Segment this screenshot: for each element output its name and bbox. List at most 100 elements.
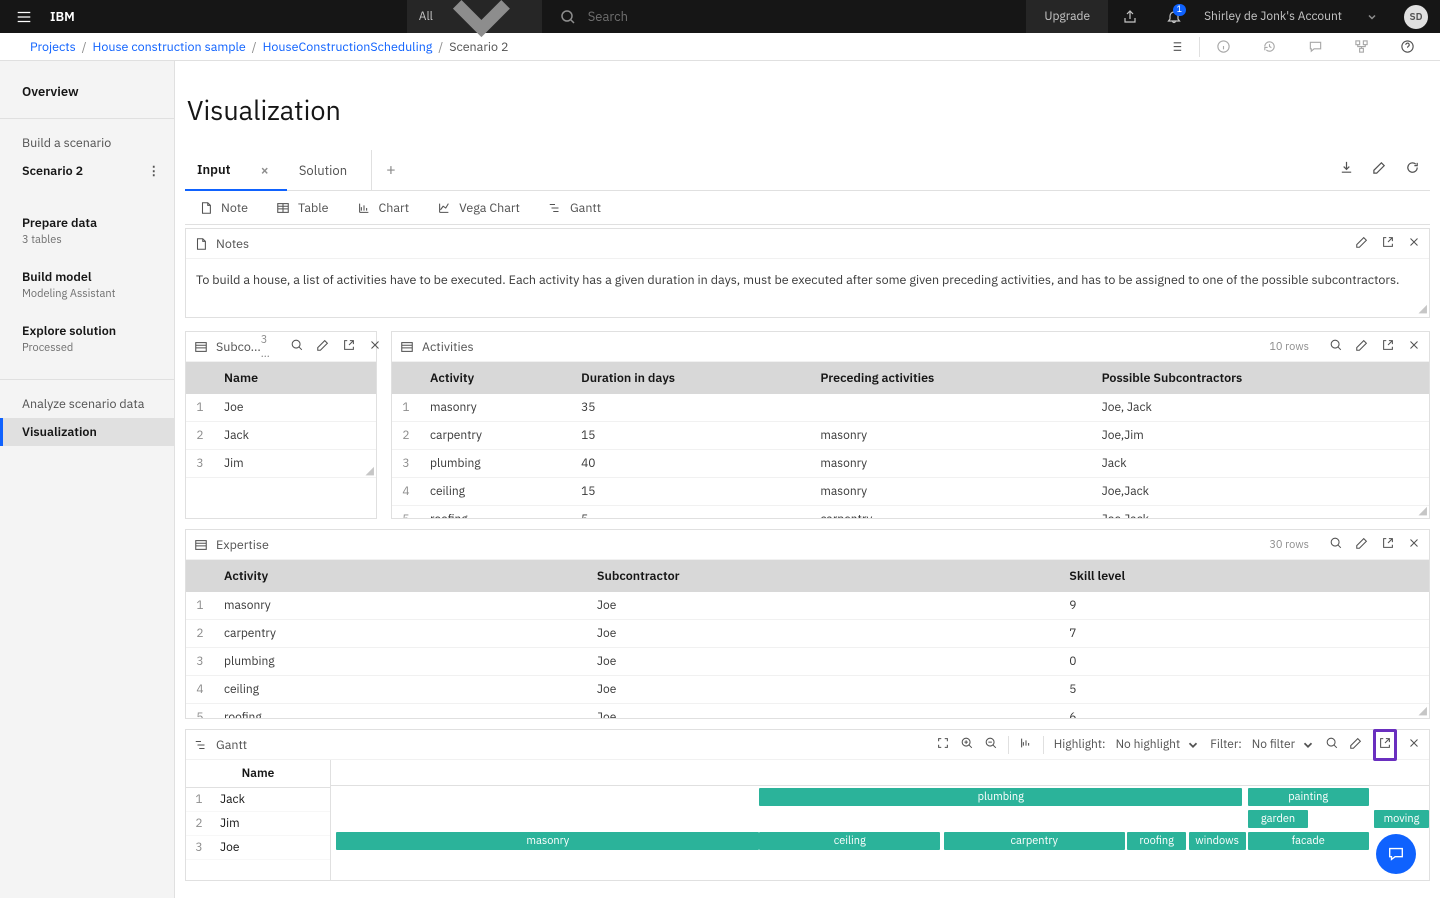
edit-button[interactable]: [1355, 338, 1369, 356]
add-chart-button[interactable]: Chart: [343, 191, 424, 224]
table-row[interactable]: 5roofing5carpentryJoe,Jack: [392, 506, 1429, 519]
info-button[interactable]: [1200, 33, 1246, 61]
sidebar-scenario[interactable]: Scenario 2 ⋮: [0, 157, 174, 185]
gantt-row-joe[interactable]: masonryceilingcarpentryroofingwindowsfac…: [331, 830, 1429, 852]
edit-button[interactable]: [1355, 536, 1369, 554]
sidebar-build-model[interactable]: Build model Modeling Assistant: [0, 263, 174, 307]
gantt-bar[interactable]: moving: [1374, 810, 1429, 828]
edit-button[interactable]: [316, 338, 330, 356]
activities-table[interactable]: Activity Duration in days Preceding acti…: [392, 362, 1429, 518]
fit-button[interactable]: [936, 736, 950, 754]
search-button[interactable]: [1329, 338, 1343, 356]
chat-fab[interactable]: [1376, 834, 1416, 874]
gantt-bar[interactable]: plumbing: [759, 788, 1242, 806]
download-button[interactable]: [1339, 160, 1354, 180]
col-possible-subs[interactable]: Possible Subcontractors: [1092, 362, 1429, 394]
add-table-button[interactable]: Table: [262, 191, 342, 224]
gantt-bar[interactable]: masonry: [336, 832, 759, 850]
notes-body[interactable]: To build a house, a list of activities h…: [186, 259, 1429, 317]
layout-button[interactable]: [1019, 736, 1033, 754]
avatar[interactable]: SD: [1404, 5, 1428, 29]
list-view-button[interactable]: [1153, 33, 1199, 61]
table-row[interactable]: 1masonryJoe9: [186, 592, 1429, 620]
gantt-bar[interactable]: painting: [1248, 788, 1369, 806]
sidebar-analyze[interactable]: Analyze scenario data: [0, 390, 174, 418]
help-button[interactable]: [1384, 33, 1430, 61]
account-dropdown[interactable]: Shirley de Jonk's Account: [1196, 9, 1392, 24]
highlight-dropdown[interactable]: No highlight: [1116, 737, 1201, 752]
gantt-resource-row[interactable]: 1Jack: [186, 788, 330, 812]
gantt-bar[interactable]: garden: [1248, 810, 1308, 828]
col-name[interactable]: Name: [214, 362, 376, 394]
breadcrumb-link[interactable]: Projects: [30, 39, 76, 55]
tab-input[interactable]: Input ×: [185, 151, 287, 191]
sidebar-explore-solution[interactable]: Explore solution Processed: [0, 317, 174, 361]
search-input[interactable]: [588, 8, 888, 25]
expand-button[interactable]: [1381, 536, 1395, 554]
gantt-resource-table[interactable]: Name 1Jack 2Jim 3Joe: [186, 760, 330, 860]
edit-button[interactable]: [1349, 736, 1363, 754]
table-row[interactable]: 4ceiling15masonryJoe,Jack: [392, 478, 1429, 506]
brand-logo[interactable]: IBM: [48, 8, 87, 25]
expand-button[interactable]: [342, 338, 356, 356]
kebab-icon[interactable]: ⋮: [148, 163, 161, 179]
expand-button[interactable]: [1381, 235, 1395, 253]
upgrade-button[interactable]: Upgrade: [1026, 0, 1108, 33]
edit-button[interactable]: [1355, 235, 1369, 253]
table-row[interactable]: 3plumbing40masonryJack: [392, 450, 1429, 478]
table-row[interactable]: 2Jack: [186, 422, 376, 450]
global-search[interactable]: [542, 0, 1027, 33]
gantt-bar[interactable]: facade: [1248, 832, 1369, 850]
gantt-bar[interactable]: roofing: [1127, 832, 1186, 850]
tab-close-icon[interactable]: ×: [260, 161, 268, 179]
comments-button[interactable]: [1292, 33, 1338, 61]
close-button[interactable]: [1407, 736, 1421, 754]
sidebar-prepare-data[interactable]: Prepare data 3 tables: [0, 209, 174, 253]
table-row[interactable]: 4ceilingJoe5: [186, 676, 1429, 704]
table-row[interactable]: 1Joe: [186, 394, 376, 422]
gantt-bar[interactable]: ceiling: [759, 832, 940, 850]
table-row[interactable]: 3Jim: [186, 450, 376, 478]
breadcrumb-link[interactable]: HouseConstructionScheduling: [263, 39, 433, 55]
search-button[interactable]: [1325, 736, 1339, 754]
sidebar-build-scenario[interactable]: Build a scenario: [0, 129, 174, 157]
gantt-resource-row[interactable]: 3Joe: [186, 836, 330, 860]
add-note-button[interactable]: Note: [185, 191, 262, 224]
table-row[interactable]: 2carpentry15masonryJoe,Jim: [392, 422, 1429, 450]
notifications-button[interactable]: 1: [1152, 0, 1196, 33]
flows-button[interactable]: [1338, 33, 1384, 61]
search-button[interactable]: [1329, 536, 1343, 554]
sidebar-overview[interactable]: Overview: [0, 75, 174, 114]
refresh-button[interactable]: [1405, 160, 1420, 180]
table-row[interactable]: 3plumbingJoe0: [186, 648, 1429, 676]
history-button[interactable]: [1246, 33, 1292, 61]
share-button[interactable]: [1108, 0, 1152, 33]
resize-handle-icon[interactable]: ◢: [1419, 301, 1427, 318]
col-duration[interactable]: Duration in days: [571, 362, 810, 394]
close-button[interactable]: [1407, 338, 1421, 356]
subcontractors-table[interactable]: Name 1Joe 2Jack 3Jim: [186, 362, 376, 478]
table-row[interactable]: 2carpentryJoe7: [186, 620, 1429, 648]
edit-button[interactable]: [1372, 160, 1387, 180]
search-button[interactable]: [290, 338, 304, 356]
tab-solution[interactable]: Solution: [287, 152, 365, 189]
gantt-row-jim[interactable]: garden moving: [331, 808, 1429, 830]
gantt-row-jack[interactable]: plumbing painting: [331, 786, 1429, 808]
table-row[interactable]: 5roofingJoe6: [186, 704, 1429, 719]
add-vega-chart-button[interactable]: Vega Chart: [423, 191, 534, 224]
gantt-bar[interactable]: windows: [1189, 832, 1246, 850]
category-dropdown[interactable]: All: [407, 0, 542, 33]
highlighted-expand-button[interactable]: [1373, 729, 1397, 761]
col-activity[interactable]: Activity: [214, 560, 587, 592]
col-activity[interactable]: Activity: [420, 362, 571, 394]
col-preceding[interactable]: Preceding activities: [810, 362, 1091, 394]
sidebar-visualization[interactable]: Visualization: [0, 418, 174, 446]
zoom-in-button[interactable]: [960, 736, 974, 754]
col-subcontractor[interactable]: Subcontractor: [587, 560, 1059, 592]
add-gantt-button[interactable]: Gantt: [534, 191, 615, 224]
tab-add-button[interactable]: +: [371, 150, 410, 190]
gantt-timeline[interactable]: plumbing painting garden moving masonrycei…: [331, 760, 1429, 880]
gantt-name-header[interactable]: Name: [186, 760, 330, 788]
col-skill-level[interactable]: Skill level: [1059, 560, 1429, 592]
zoom-out-button[interactable]: [984, 736, 998, 754]
